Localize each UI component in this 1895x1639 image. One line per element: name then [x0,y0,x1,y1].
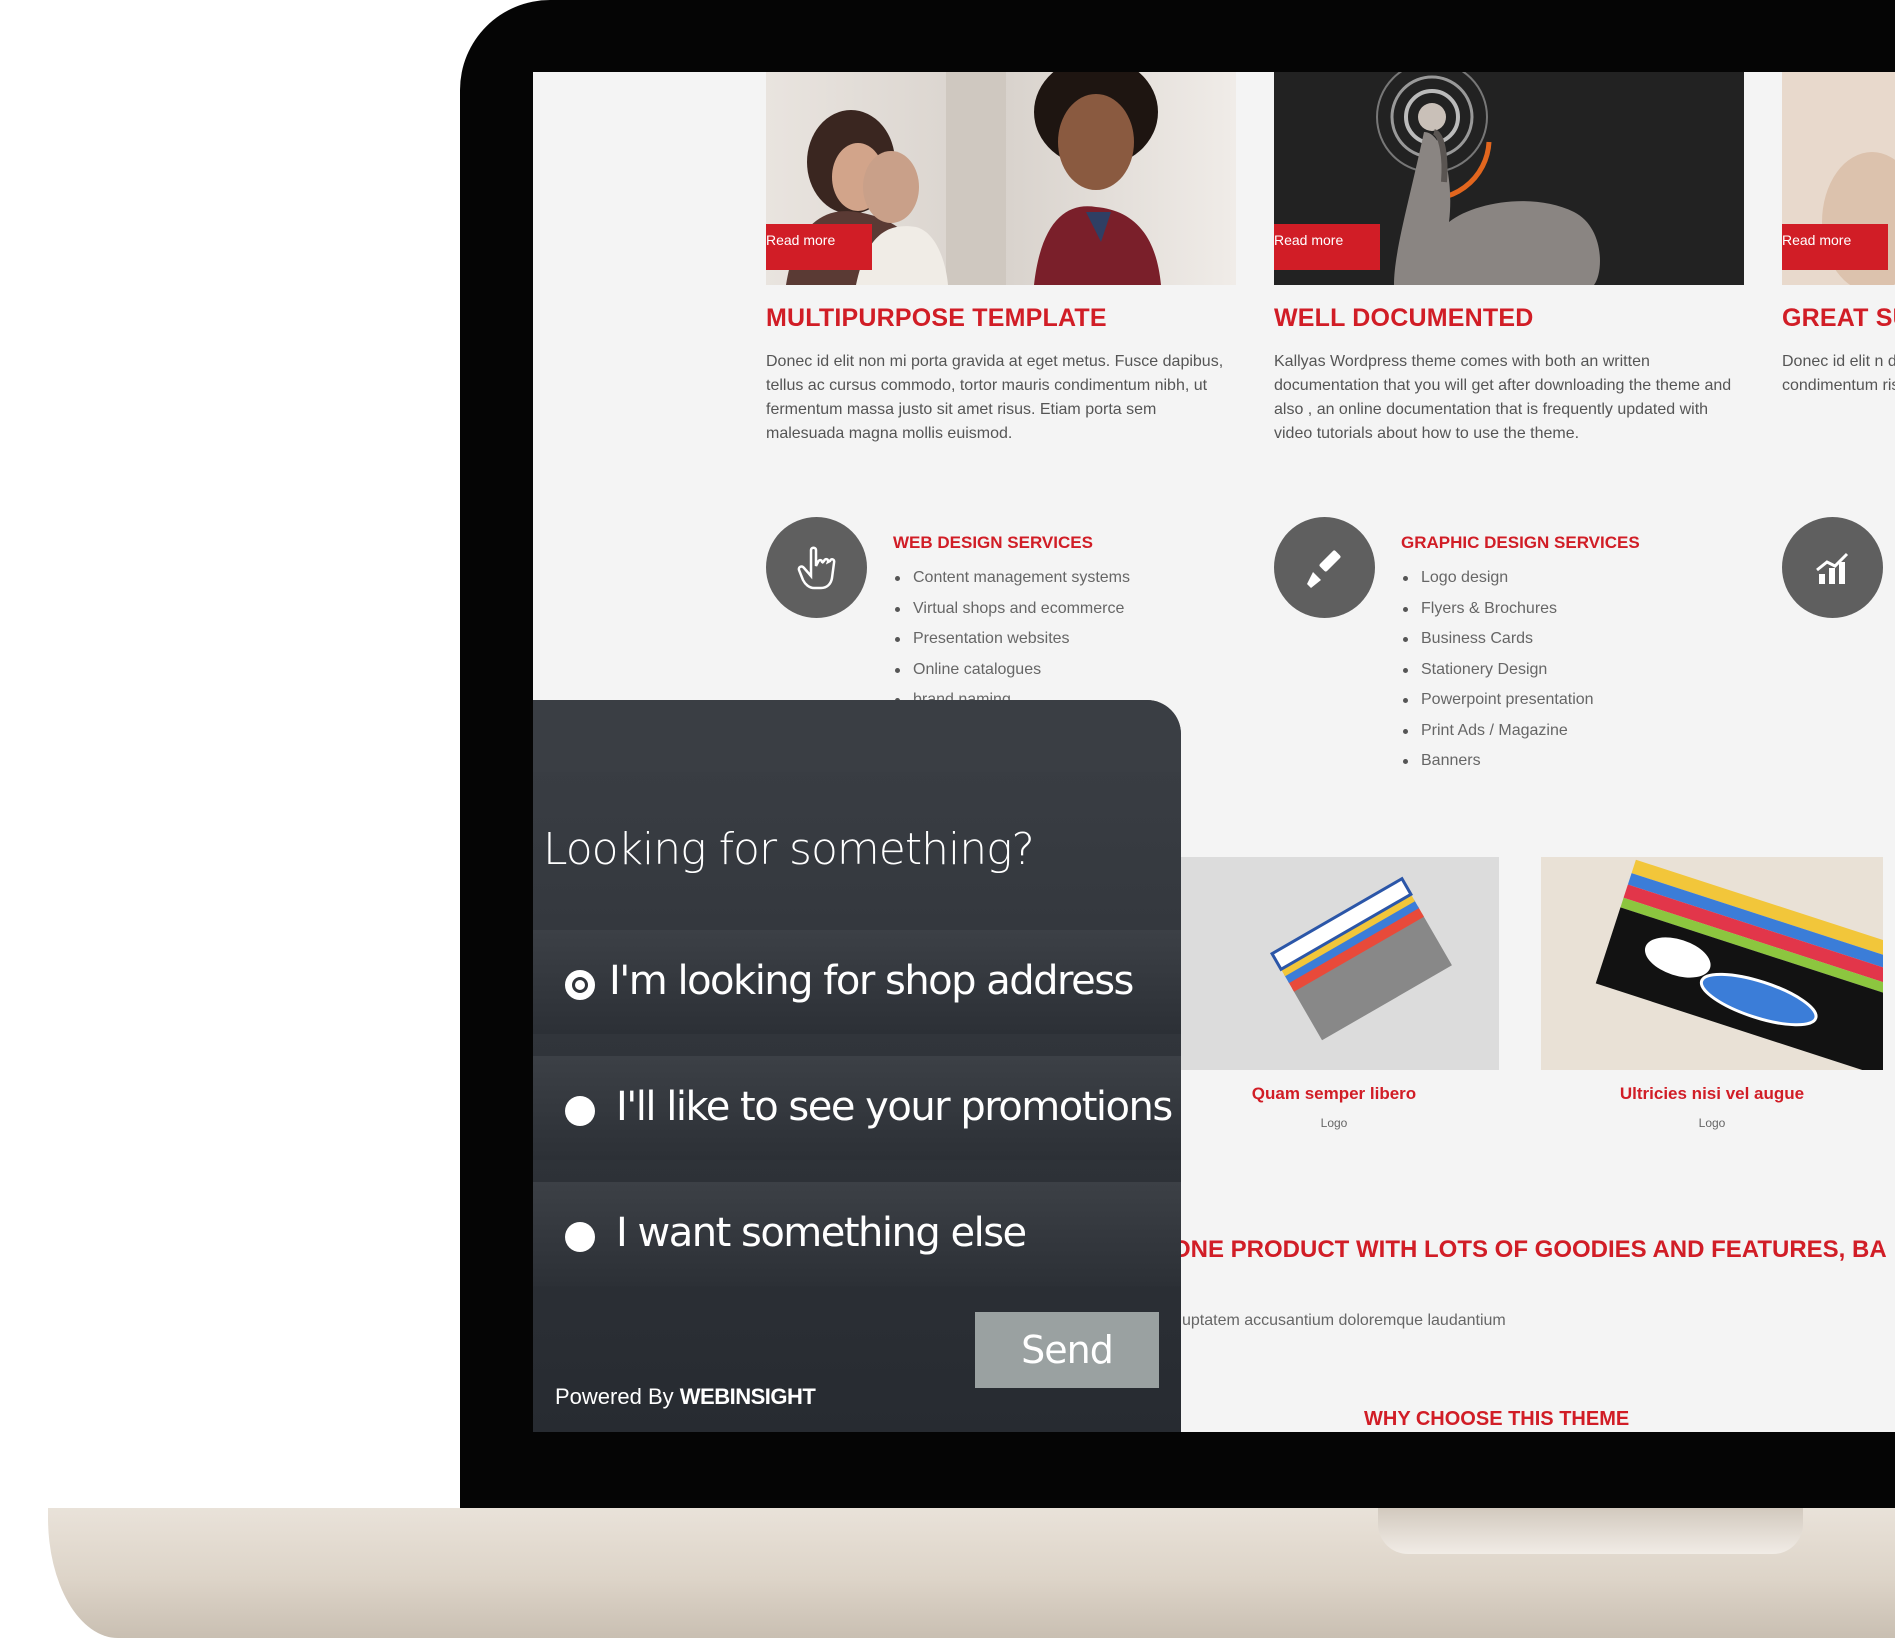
service-title: GRAPHIC DESIGN SERVICES [1401,533,1640,552]
feature-text: Donec id elit non mi porta gravida at eg… [766,353,1224,442]
read-more-button[interactable]: Read more [1274,224,1380,270]
portfolio-subtitle: Logo [1320,1116,1348,1130]
survey-widget: Looking for something? I'm looking for s… [533,700,1181,1432]
why-choose-heading: WHY CHOOSE THIS THEME [1364,1408,1630,1430]
service-title: WEB DESIGN SERVICES [893,533,1093,552]
hand-pointer-icon [766,517,867,618]
widget-header-bar[interactable] [533,700,1181,772]
chart-icon [1782,517,1883,618]
list-item: Content management systems [893,563,1130,594]
webinsight-logo[interactable]: WEBINSIGHT [680,1384,816,1409]
laptop-hinge-notch [1378,1508,1803,1554]
powered-by-label: Powered By [555,1384,674,1409]
feature-text: Kallyas Wordpress theme comes with both … [1274,353,1732,442]
radio-icon[interactable] [565,1096,595,1126]
survey-question: Looking for something? [543,824,1035,875]
read-more-button[interactable]: Read more [766,224,872,270]
portfolio-title[interactable]: Ultricies nisi vel augue [1541,1084,1883,1104]
feature-text: Donec id elit n dapibus, tellus condimen… [1782,353,1895,394]
feature-image-touch: Read more [1274,72,1744,285]
powered-by: Powered By WEBINSIGHT [555,1384,816,1410]
feature-great-support: Read more GREAT SU Donec id elit n dapib… [1782,72,1895,472]
survey-option-promotions[interactable]: I'll like to see your promotions [533,1056,1181,1160]
service-list-web: Content management systems Virtual shops… [893,563,1130,716]
feature-image-people: Read more [766,72,1236,285]
portfolio-title[interactable]: Quam semper libero [1169,1084,1499,1104]
portfolio-subtitle: Logo [1698,1116,1726,1130]
portfolio-image-stickers[interactable] [1541,857,1883,1070]
feature-image-partial: Read more [1782,72,1895,285]
list-item: Business Cards [1401,624,1594,655]
section-headline: ONE PRODUCT WITH LOTS OF GOODIES AND FEA… [1172,1236,1887,1263]
feature-title: WELL DOCUMENTED [1274,304,1534,332]
list-item: Virtual shops and ecommerce [893,594,1130,625]
service-list-graphic: Logo design Flyers & Brochures Business … [1401,563,1594,777]
feature-title: MULTIPURPOSE TEMPLATE [766,304,1107,332]
option-label: I'm looking for shop address [609,958,1134,1004]
portfolio-image-cards[interactable] [1169,857,1499,1070]
send-button[interactable]: Send [975,1312,1159,1388]
list-item: Logo design [1401,563,1594,594]
list-item: Stationery Design [1401,655,1594,686]
list-item: Powerpoint presentation [1401,685,1594,716]
list-item: Presentation websites [893,624,1130,655]
read-more-button[interactable]: Read more [1782,224,1888,270]
option-label: I'll like to see your promotions [616,1084,1173,1130]
list-item: Print Ads / Magazine [1401,716,1594,747]
survey-option-something-else[interactable]: I want something else [533,1182,1181,1286]
list-item: Online catalogues [893,655,1130,686]
survey-option-shop-address[interactable]: I'm looking for shop address [533,930,1181,1034]
radio-selected-icon[interactable] [565,970,595,1000]
brush-icon [1274,517,1375,618]
feature-title: GREAT SU [1782,304,1895,332]
section-body-text: uptatem accusantium doloremque laudantiu… [1182,1312,1506,1329]
radio-icon[interactable] [565,1222,595,1252]
list-item: Flyers & Brochures [1401,594,1594,625]
option-label: I want something else [616,1210,1027,1256]
list-item: Banners [1401,746,1594,777]
